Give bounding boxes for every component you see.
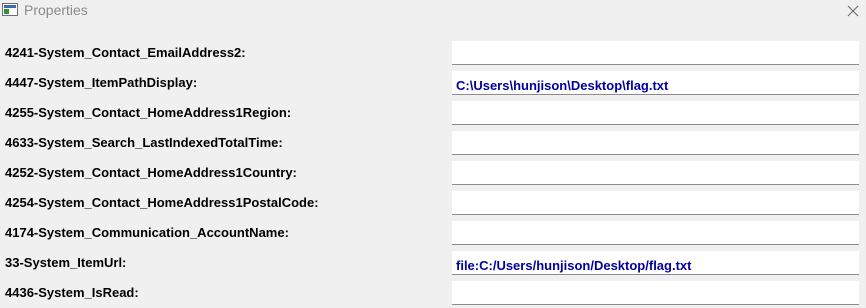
property-label: 4255-System_Contact_HomeAddress1Region: bbox=[5, 105, 292, 120]
property-value-field[interactable]: file:C:/Users/hunjison/Desktop/flag.txt bbox=[452, 251, 859, 275]
property-row: 4252-System_Contact_HomeAddress1Country: bbox=[0, 158, 866, 188]
property-label: 33-System_ItemUrl: bbox=[5, 255, 127, 270]
property-label: 4254-System_Contact_HomeAddress1PostalCo… bbox=[5, 195, 319, 210]
property-list: 4241-System_Contact_EmailAddress2: 4447-… bbox=[0, 38, 866, 308]
property-row: 33-System_ItemUrl: file:C:/Users/hunjiso… bbox=[0, 248, 866, 278]
property-label: 4447-System_ItemPathDisplay: bbox=[5, 75, 198, 90]
close-button[interactable] bbox=[841, 0, 865, 22]
property-row: 4255-System_Contact_HomeAddress1Region: bbox=[0, 98, 866, 128]
property-row: 4254-System_Contact_HomeAddress1PostalCo… bbox=[0, 188, 866, 218]
window-icon bbox=[2, 3, 18, 16]
property-value-field[interactable]: C:\Users\hunjison\Desktop\flag.txt bbox=[452, 71, 859, 95]
property-label: 4436-System_IsRead: bbox=[5, 285, 139, 300]
property-value-field[interactable] bbox=[452, 221, 859, 245]
property-value-field[interactable] bbox=[452, 131, 859, 155]
title-bar: Properties bbox=[0, 0, 866, 22]
property-label: 4174-System_Communication_AccountName: bbox=[5, 225, 289, 240]
property-row: 4436-System_IsRead: bbox=[0, 278, 866, 308]
property-row: 4241-System_Contact_EmailAddress2: bbox=[0, 38, 866, 68]
property-label: 4241-System_Contact_EmailAddress2: bbox=[5, 45, 246, 60]
property-row: 4174-System_Communication_AccountName: bbox=[0, 218, 866, 248]
window-title: Properties bbox=[24, 2, 88, 18]
property-row: 4633-System_Search_LastIndexedTotalTime: bbox=[0, 128, 866, 158]
property-value-field[interactable] bbox=[452, 281, 859, 305]
property-value-field[interactable] bbox=[452, 101, 859, 125]
property-row: 4447-System_ItemPathDisplay: C:\Users\hu… bbox=[0, 68, 866, 98]
property-value-field[interactable] bbox=[452, 161, 859, 185]
close-icon bbox=[847, 5, 859, 17]
property-label: 4252-System_Contact_HomeAddress1Country: bbox=[5, 165, 297, 180]
property-label: 4633-System_Search_LastIndexedTotalTime: bbox=[5, 135, 283, 150]
property-value-field[interactable] bbox=[452, 41, 859, 65]
property-value-field[interactable] bbox=[452, 191, 859, 215]
